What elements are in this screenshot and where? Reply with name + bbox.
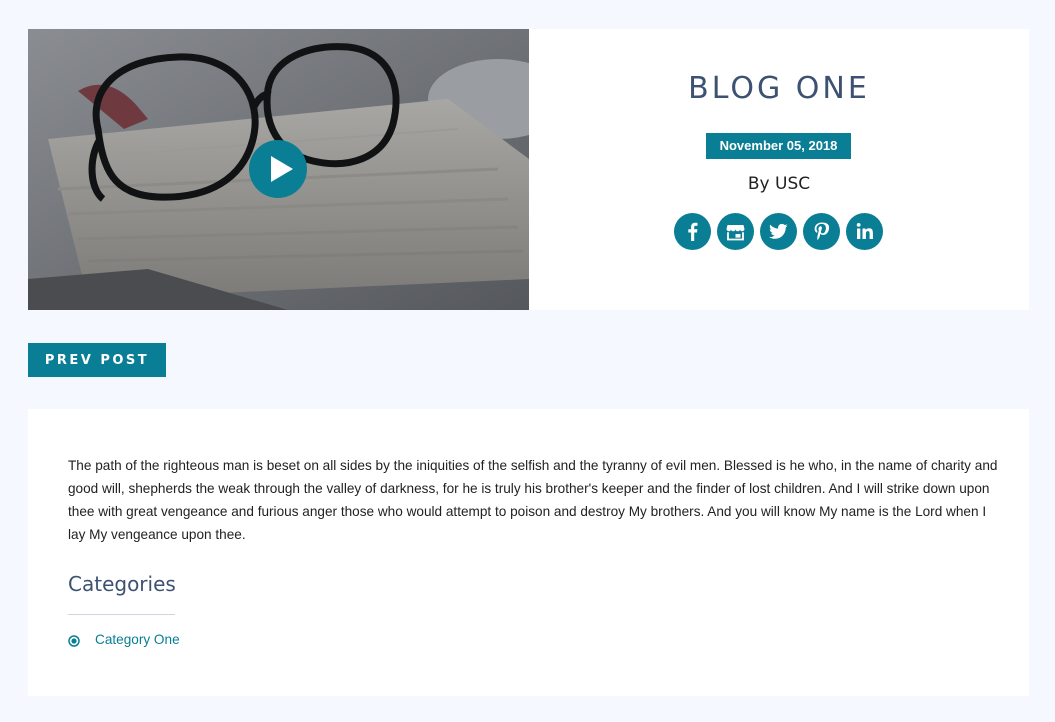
date-badge: November 05, 2018: [706, 133, 851, 159]
facebook-icon: [688, 222, 698, 241]
post-meta: BLOG ONE November 05, 2018 By USC: [529, 29, 1029, 310]
facebook-share-button[interactable]: [674, 213, 711, 250]
play-icon: [271, 156, 293, 182]
categories-divider: [68, 614, 175, 615]
twitter-icon: [769, 223, 788, 239]
video-thumbnail[interactable]: [28, 29, 529, 310]
twitter-share-button[interactable]: [760, 213, 797, 250]
post-hero: BLOG ONE November 05, 2018 By USC: [28, 29, 1029, 310]
prev-post-button[interactable]: PREV POST: [28, 343, 166, 377]
pinterest-share-button[interactable]: [803, 213, 840, 250]
play-button[interactable]: [249, 140, 307, 198]
category-link[interactable]: Category One: [95, 632, 180, 647]
store-share-button[interactable]: [717, 213, 754, 250]
linkedin-share-button[interactable]: [846, 213, 883, 250]
post-body: The path of the righteous man is beset o…: [68, 458, 998, 542]
post-title: BLOG ONE: [688, 71, 870, 106]
linkedin-icon: [856, 223, 873, 239]
pinterest-icon: [814, 222, 830, 240]
post-author: By USC: [747, 174, 811, 194]
post-content: The path of the righteous man is beset o…: [28, 409, 1029, 696]
categories-heading: Categories: [68, 572, 176, 596]
store-icon: [726, 225, 745, 241]
social-share-bar: [674, 213, 886, 251]
radio-selected-icon: [68, 635, 80, 647]
